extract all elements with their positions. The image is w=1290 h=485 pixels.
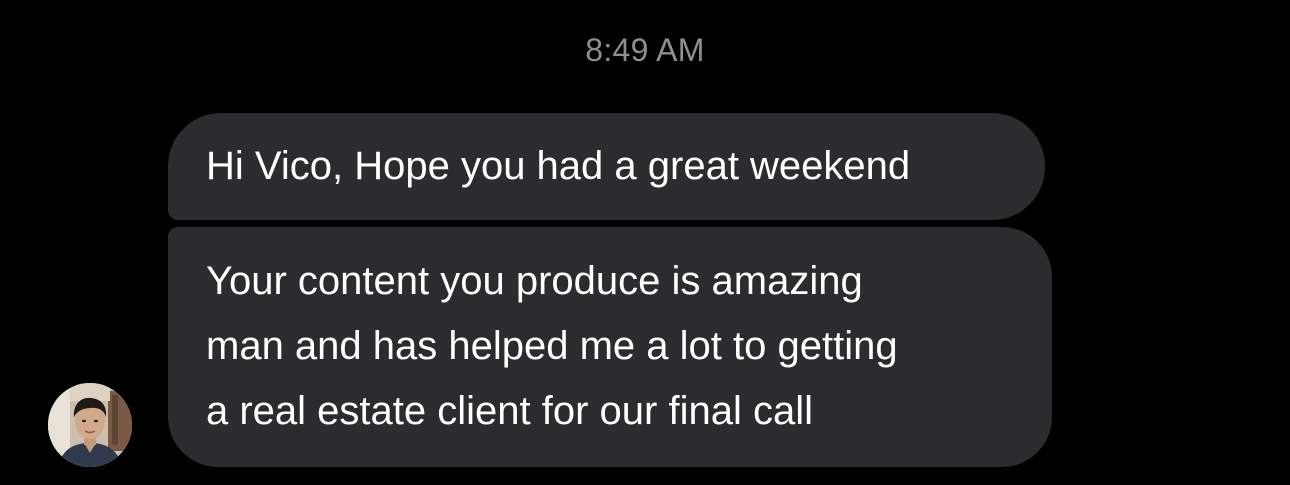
message-text-line: a real estate client for our final call xyxy=(206,389,813,433)
sender-avatar[interactable] xyxy=(48,383,132,467)
user-avatar-photo-icon xyxy=(48,383,132,467)
message-text-line: Your content you produce is amazing xyxy=(206,259,863,303)
message-timestamp: 8:49 AM xyxy=(585,32,705,68)
message-text-line: man and has helped me a lot to getting xyxy=(206,324,898,368)
message-bubble[interactable]: Hi Vico, Hope you had a great weekend xyxy=(168,113,1045,220)
message-text: Hi Vico, Hope you had a great weekend xyxy=(206,144,911,188)
message-bubble[interactable]: Your content you produce is amazing man … xyxy=(168,227,1052,467)
